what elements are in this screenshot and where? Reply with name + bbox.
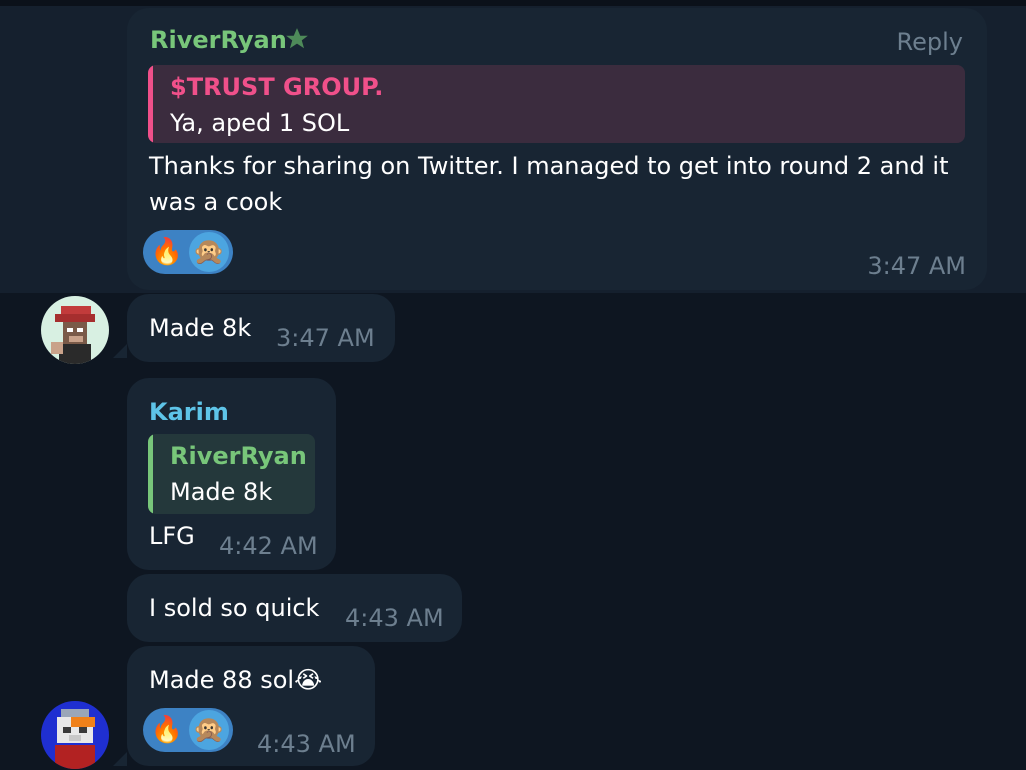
message-time: 4:42 AM <box>219 532 318 560</box>
reply-link[interactable]: Reply <box>897 28 963 56</box>
message-bubble[interactable]: I sold so quick 4:43 AM <box>127 574 462 642</box>
message-bubble-riverryan[interactable]: RiverRyan Reply $TRUST GROUP. Ya, aped 1… <box>127 8 987 290</box>
quote-title: $TRUST GROUP. <box>170 73 384 101</box>
bubble-tail <box>113 752 127 766</box>
message-text-line2: was a cook <box>149 188 283 216</box>
reply-quote[interactable]: $TRUST GROUP. Ya, aped 1 SOL <box>148 65 965 143</box>
reactions[interactable]: 🔥 🙊 <box>143 230 233 274</box>
quote-title: RiverRyan <box>170 442 307 470</box>
monkey-reaction[interactable]: 🙊 <box>189 710 229 750</box>
fire-reaction[interactable]: 🔥 <box>147 232 187 272</box>
ape-avatar[interactable] <box>41 296 109 364</box>
sender-name[interactable]: Karim <box>149 398 229 426</box>
message-bubble[interactable]: Made 8k 3:47 AM <box>127 294 395 362</box>
bubble-tail <box>113 344 127 358</box>
quote-bar <box>148 434 153 514</box>
message-text: Made 8k <box>149 314 252 342</box>
message-bubble-karim[interactable]: Karim RiverRyan Made 8k LFG 4:42 AM <box>127 378 336 570</box>
message-time: 4:43 AM <box>345 604 444 632</box>
monkey-reaction[interactable]: 🙊 <box>189 232 229 272</box>
message-text: LFG <box>149 522 195 550</box>
message-bubble[interactable]: Made 88 sol😭 🔥 🙊 4:43 AM <box>127 646 375 766</box>
message-text-line1: Thanks for sharing on Twitter. I managed… <box>149 152 949 180</box>
message-time: 4:43 AM <box>257 730 356 758</box>
quote-bar <box>148 65 153 143</box>
sender-name[interactable]: RiverRyan <box>150 26 287 54</box>
reactions[interactable]: 🔥 🙊 <box>143 708 233 752</box>
quote-text: Made 8k <box>170 478 273 506</box>
quote-text: Ya, aped 1 SOL <box>170 109 350 137</box>
reply-quote[interactable]: RiverRyan Made 8k <box>148 434 315 514</box>
message-text: I sold so quick <box>149 594 320 622</box>
message-time: 3:47 AM <box>276 324 375 352</box>
message-time: 3:47 AM <box>867 252 966 280</box>
message-text: Made 88 sol😭 <box>149 666 323 694</box>
fire-reaction[interactable]: 🔥 <box>147 710 187 750</box>
star-icon <box>284 26 310 52</box>
cat-avatar[interactable] <box>41 701 109 769</box>
